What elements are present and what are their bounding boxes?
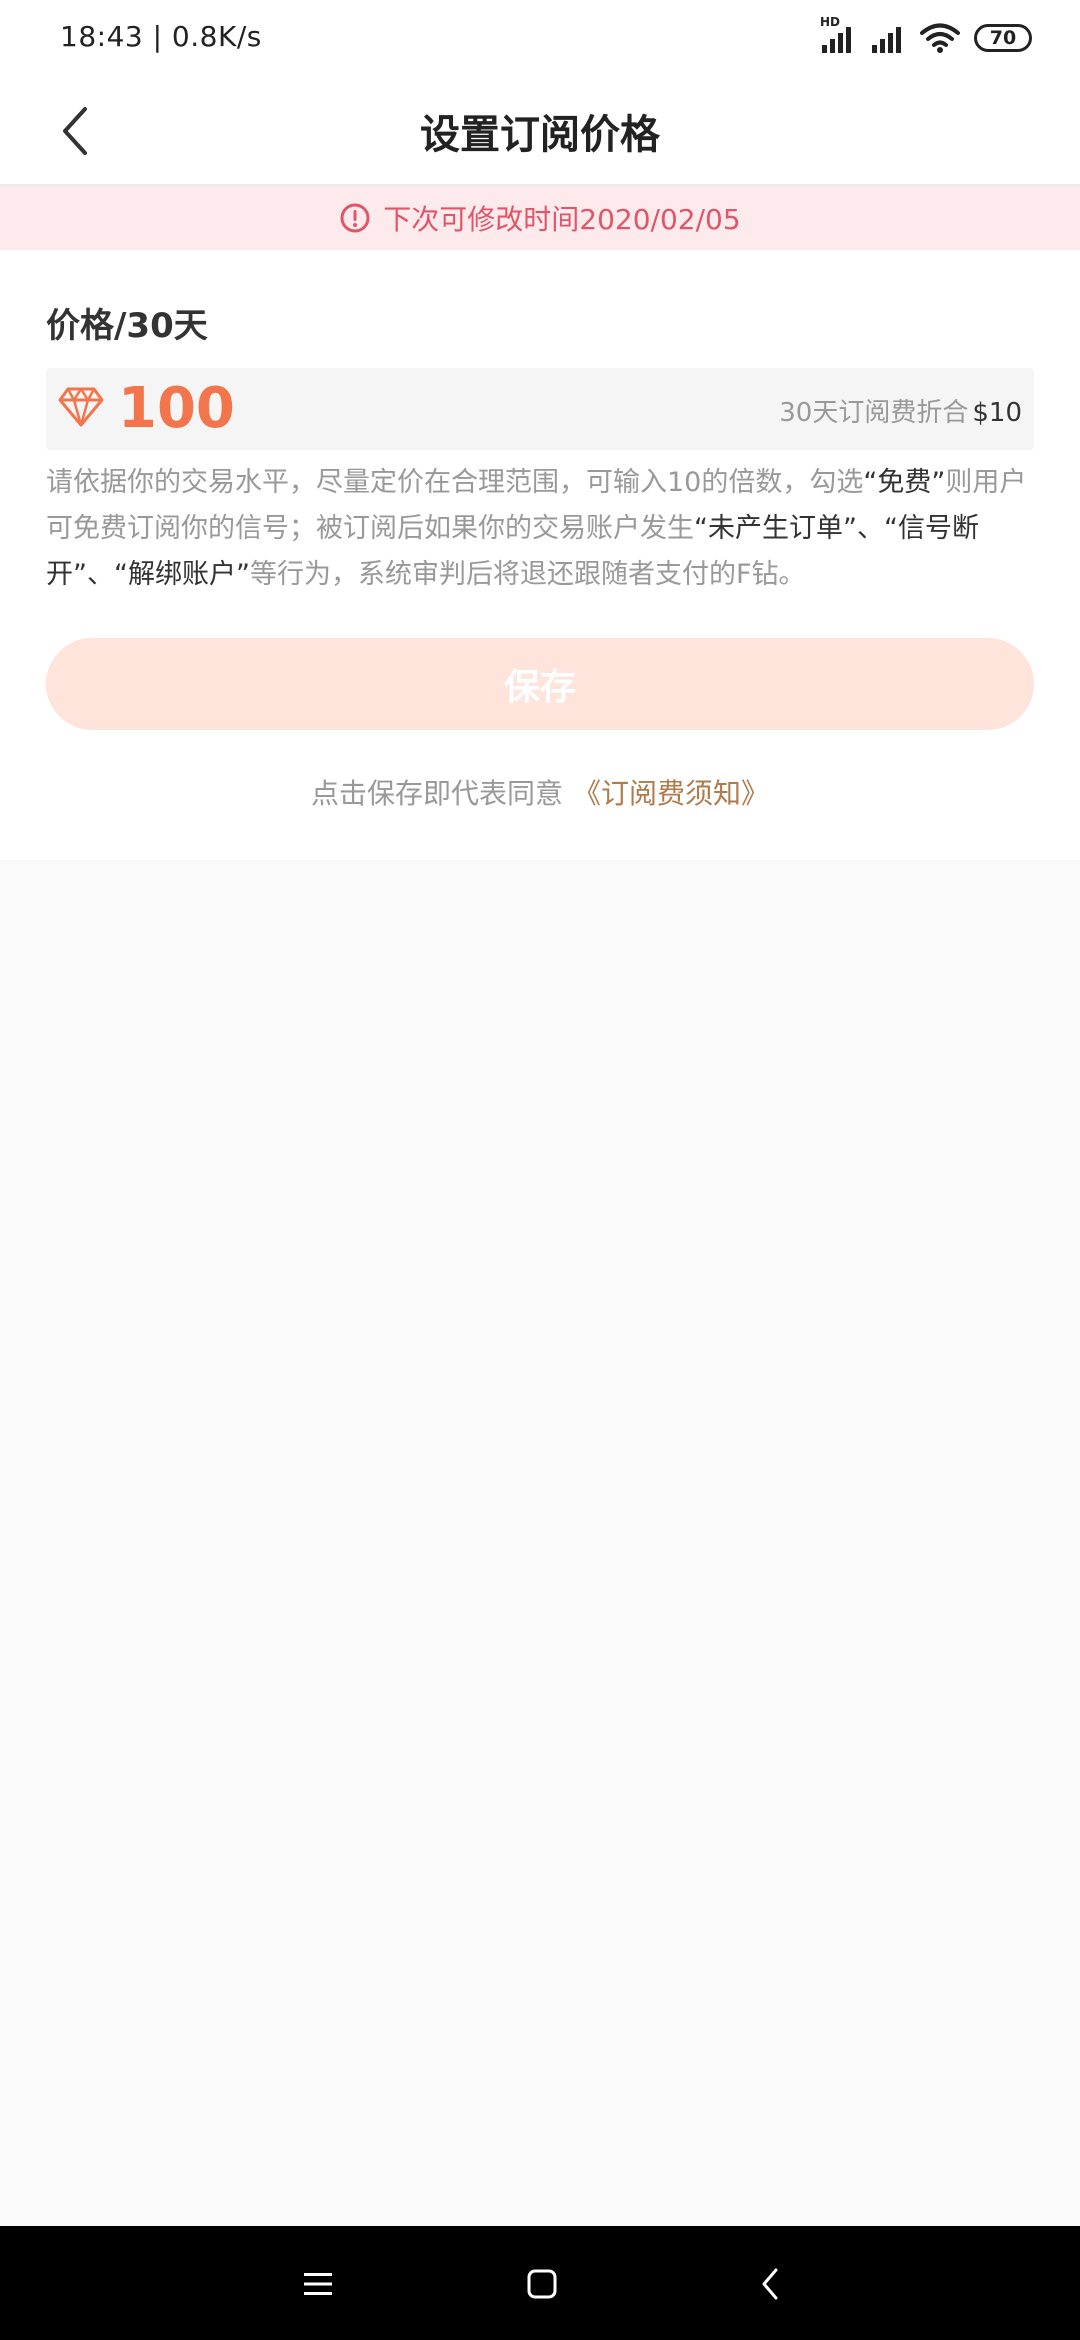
help-part-3: 等行为，系统审判后将退还跟随者支付的F钻。 — [249, 559, 806, 590]
nav-header: 设置订阅价格 — [0, 76, 1080, 186]
price-input[interactable]: 100 — [118, 374, 235, 444]
home-square-icon — [527, 2269, 557, 2299]
notice-text: 下次可修改时间2020/02/05 — [383, 203, 741, 236]
page-title: 设置订阅价格 — [420, 112, 660, 158]
agreement-text: 点击保存即代表同意 《订阅费须知》 — [0, 772, 1080, 812]
price-input-box[interactable]: 100 30天订阅费折合 $10 — [46, 368, 1034, 450]
back-arrow-icon — [762, 2268, 778, 2300]
signal-icon — [870, 21, 906, 55]
content-card: 价格/30天 100 30天订阅费折合 $10 请依据你的交易水平，尽量定价在合理… — [0, 250, 1080, 860]
price-label: 价格/30天 — [46, 306, 208, 346]
price-help-text: 请依据你的交易水平，尽量定价在合理范围，可输入10的倍数，勾选“免费”则用户可免… — [46, 460, 1036, 598]
save-button[interactable]: 保存 — [46, 638, 1034, 730]
system-nav-bar — [0, 2226, 1080, 2340]
signal-hd-icon: HD — [820, 15, 856, 55]
status-bar: 18:43 | 0.8K/s HD 70 — [0, 0, 1080, 76]
wifi-icon — [920, 22, 960, 54]
menu-icon — [304, 2273, 332, 2295]
price-convert: 30天订阅费折合 $10 — [779, 392, 1022, 429]
nav-home-button[interactable] — [512, 2254, 572, 2314]
battery-icon: 70 — [974, 24, 1032, 52]
price-convert-label: 30天订阅费折合 — [779, 398, 969, 428]
price-convert-amount: $10 — [972, 398, 1022, 428]
nav-menu-button[interactable] — [288, 2254, 348, 2314]
help-part-1: 请依据你的交易水平，尽量定价在合理范围，可输入10的倍数，勾选 — [46, 467, 864, 498]
status-time-speed: 18:43 | 0.8K/s — [60, 20, 262, 53]
diamond-icon — [58, 387, 104, 427]
status-icons: HD 70 — [820, 15, 1032, 58]
alert-circle-icon — [340, 203, 370, 233]
agreement-prefix: 点击保存即代表同意 — [310, 777, 563, 810]
notice-banner: 下次可修改时间2020/02/05 — [0, 186, 1080, 250]
agreement-link[interactable]: 《订阅费须知》 — [573, 777, 769, 810]
nav-back-button[interactable] — [740, 2254, 800, 2314]
help-highlight-free: “免费” — [863, 467, 946, 498]
